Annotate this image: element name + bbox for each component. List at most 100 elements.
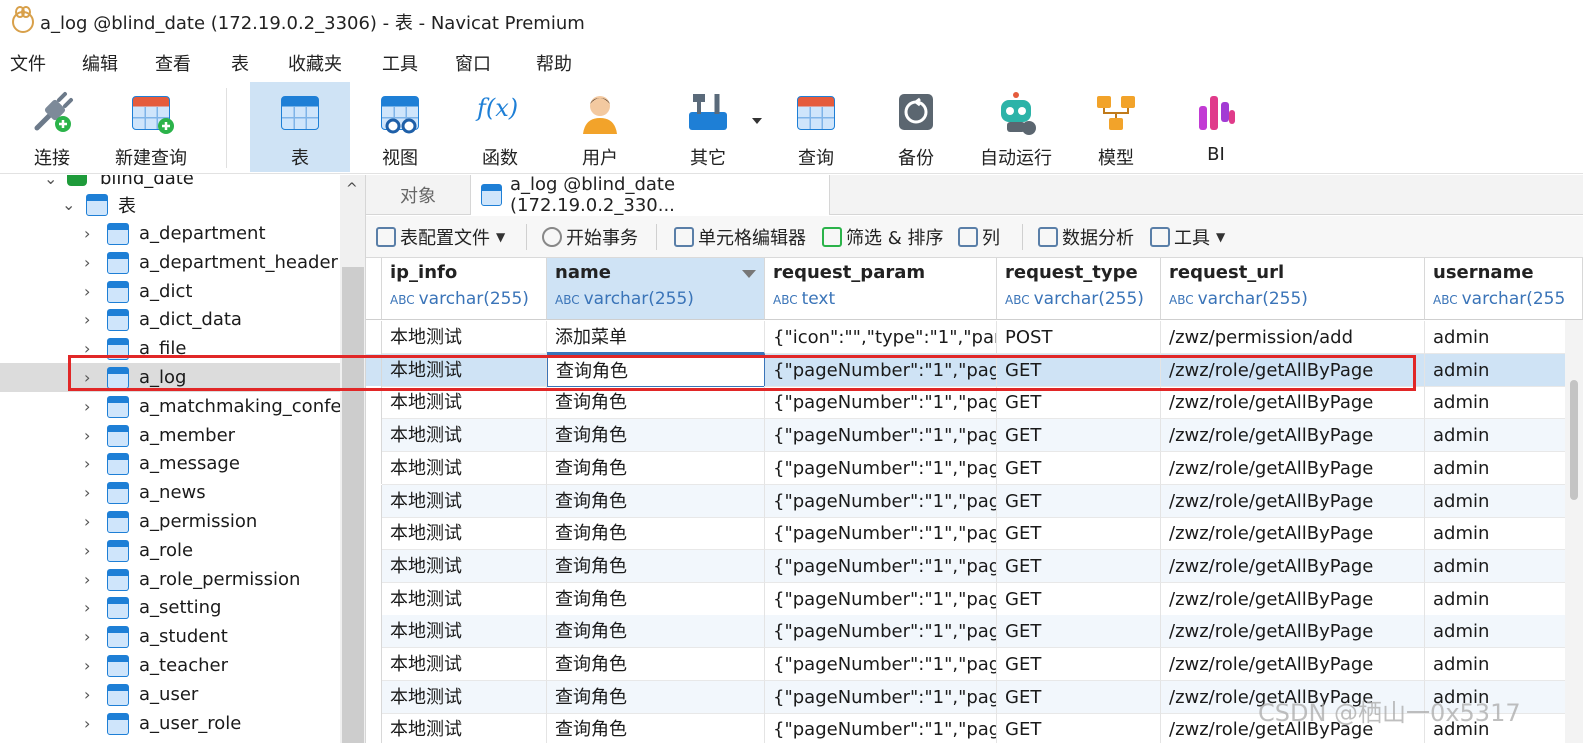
function-button[interactable]: f(x) 函数 — [462, 82, 538, 172]
tree-table-item[interactable]: › a_user — [0, 680, 340, 709]
column-header-name[interactable]: name ABC varchar(255) — [547, 258, 765, 320]
table-row[interactable]: 本地测试 查询角色 {"pageNumber":"1","page GET/zwz/r… — [382, 648, 1583, 681]
begin-transaction-button[interactable]: 开始事务 — [542, 216, 638, 258]
tree-table-item[interactable]: › a_news — [0, 478, 340, 507]
table-cell[interactable]: 本地测试 — [382, 615, 547, 649]
table-cell[interactable]: /zwz/role/getAllByPage — [1161, 648, 1425, 681]
tab-objects[interactable]: 对象 — [366, 175, 470, 215]
filter-sort-button[interactable]: 筛选 & 排序 — [822, 216, 943, 258]
data-analysis-button[interactable]: 数据分析 — [1038, 216, 1134, 258]
row-selector[interactable] — [366, 680, 382, 714]
table-cell[interactable]: 本地测试 — [382, 386, 547, 420]
table-cell[interactable]: 本地测试 — [382, 713, 547, 743]
table-cell[interactable]: {"pageNumber":"1","page — [765, 451, 997, 485]
tree-table-item[interactable]: › a_role_permission — [0, 565, 340, 594]
other-dropdown-caret-icon[interactable] — [752, 118, 762, 124]
table-cell[interactable]: 查询角色 — [547, 451, 765, 485]
table-cell[interactable]: GET — [997, 419, 1161, 453]
query-button[interactable]: 查询 — [778, 82, 854, 172]
automation-button[interactable]: 自动运行 — [976, 82, 1056, 172]
table-cell[interactable]: 本地测试 — [382, 451, 547, 485]
table-cell[interactable]: GET — [997, 484, 1161, 518]
column-header-ip-info[interactable]: ip_info ABC varchar(255) — [382, 258, 547, 320]
chevron-right-icon[interactable]: › — [84, 714, 90, 733]
tree-table-item[interactable]: › a_matchmaking_confer — [0, 392, 349, 421]
view-button[interactable]: 视图 — [360, 82, 440, 172]
column-header-request-param[interactable]: request_param ABC text — [765, 258, 997, 320]
tree-table-item[interactable]: › a_user_role — [0, 709, 340, 738]
chevron-right-icon[interactable]: › — [84, 541, 90, 560]
chevron-right-icon[interactable]: › — [84, 570, 90, 589]
table-cell[interactable]: {"pageNumber":"1","page — [765, 419, 997, 453]
chevron-right-icon[interactable]: › — [84, 397, 90, 416]
table-row[interactable]: 本地测试 查询角色 {"pageNumber":"1","page GET/zwz/r… — [382, 353, 1583, 387]
table-config-button[interactable]: 表配置文件 ▼ — [376, 216, 505, 258]
table-cell[interactable]: {"pageNumber":"1","page — [765, 582, 997, 616]
row-selector[interactable] — [366, 353, 382, 387]
table-cell[interactable]: admin — [1425, 615, 1583, 649]
row-selector[interactable] — [366, 321, 382, 354]
bi-button[interactable]: BI — [1178, 82, 1254, 172]
table-cell[interactable]: {"pageNumber":"1","page — [765, 680, 997, 714]
model-button[interactable]: 模型 — [1078, 82, 1154, 172]
table-cell[interactable]: 添加菜单 — [547, 321, 765, 354]
table-cell[interactable]: 本地测试 — [382, 353, 547, 387]
table-cell[interactable]: 本地测试 — [382, 680, 547, 714]
table-row[interactable]: 本地测试 查询角色 {"pageNumber":"1","page GET/zwz/r… — [382, 386, 1583, 420]
table-row[interactable]: 本地测试 查询角色 {"pageNumber":"1","page GET/zwz/r… — [382, 549, 1583, 583]
tree-table-item[interactable]: › a_role — [0, 536, 340, 565]
table-cell[interactable]: 本地测试 — [382, 484, 547, 518]
table-cell[interactable]: 查询角色 — [547, 680, 765, 714]
row-selector[interactable] — [366, 615, 382, 648]
chevron-right-icon[interactable]: › — [84, 339, 90, 358]
menu-table[interactable]: 表 — [221, 50, 249, 76]
table-cell[interactable]: {"pageNumber":"1","page — [765, 353, 997, 387]
table-cell[interactable]: admin — [1425, 353, 1583, 387]
tree-table-item[interactable]: › a_dict — [0, 277, 340, 306]
table-cell[interactable]: admin — [1425, 517, 1583, 551]
row-selector[interactable] — [366, 582, 382, 616]
new-query-button[interactable]: 新建查询 — [112, 82, 190, 172]
table-cell[interactable]: GET — [997, 680, 1161, 714]
tree-table-item[interactable]: › a_dict_data — [0, 305, 340, 334]
table-cell[interactable]: GET — [997, 582, 1161, 616]
table-cell[interactable]: 查询角色 — [547, 484, 765, 518]
tree-table-item[interactable]: › a_member — [0, 421, 340, 450]
chevron-right-icon[interactable]: › — [84, 310, 90, 329]
row-selector[interactable] — [366, 713, 382, 743]
table-cell[interactable]: 本地测试 — [382, 321, 547, 354]
sidebar-scrollbar[interactable]: ^ — [340, 175, 365, 743]
table-cell[interactable]: 查询角色 — [547, 517, 765, 551]
row-selector[interactable] — [366, 451, 382, 485]
chevron-right-icon[interactable]: › — [84, 685, 90, 704]
table-cell[interactable]: GET — [997, 517, 1161, 551]
table-cell[interactable]: /zwz/role/getAllByPage — [1161, 615, 1425, 649]
table-cell[interactable]: {"pageNumber":"1","page — [765, 549, 997, 583]
table-cell[interactable]: GET — [997, 615, 1161, 649]
table-cell[interactable]: /zwz/role/getAllByPage — [1161, 386, 1425, 420]
table-cell[interactable]: GET — [997, 353, 1161, 387]
user-button[interactable]: 用户 — [562, 82, 638, 172]
tab-a-log[interactable]: a_log @blind_date (172.19.0.2_330... — [470, 174, 830, 216]
connect-button[interactable]: 连接 — [14, 82, 90, 172]
table-cell[interactable]: admin — [1425, 386, 1583, 420]
sidebar-scroll-thumb[interactable] — [342, 267, 364, 743]
table-cell[interactable]: 查询角色 — [547, 419, 765, 453]
row-selector[interactable] — [366, 648, 382, 681]
tree-table-item[interactable]: › a_department_header — [0, 248, 340, 277]
table-row[interactable]: 本地测试 查询角色 {"pageNumber":"1","page GET/zwz/r… — [382, 517, 1583, 551]
table-cell[interactable]: 本地测试 — [382, 517, 547, 551]
chevron-down-icon[interactable]: ⌄ — [44, 175, 57, 188]
table-cell[interactable]: /zwz/role/getAllByPage — [1161, 353, 1425, 387]
row-selector[interactable] — [366, 419, 382, 452]
table-cell[interactable]: admin — [1425, 451, 1583, 485]
tree-table-item[interactable]: › a_message — [0, 449, 340, 478]
table-cell[interactable]: {"icon":"","type":"1","pare — [765, 321, 997, 354]
grid-scroll-thumb[interactable] — [1570, 380, 1578, 500]
table-cell[interactable]: /zwz/role/getAllByPage — [1161, 549, 1425, 583]
menu-edit[interactable]: 编辑 — [72, 50, 118, 76]
chevron-right-icon[interactable]: › — [84, 253, 90, 272]
tree-table-item[interactable]: › a_student — [0, 622, 340, 651]
table-cell[interactable]: {"pageNumber":"1","page — [765, 713, 997, 743]
columns-button[interactable]: 列 — [958, 216, 1000, 258]
